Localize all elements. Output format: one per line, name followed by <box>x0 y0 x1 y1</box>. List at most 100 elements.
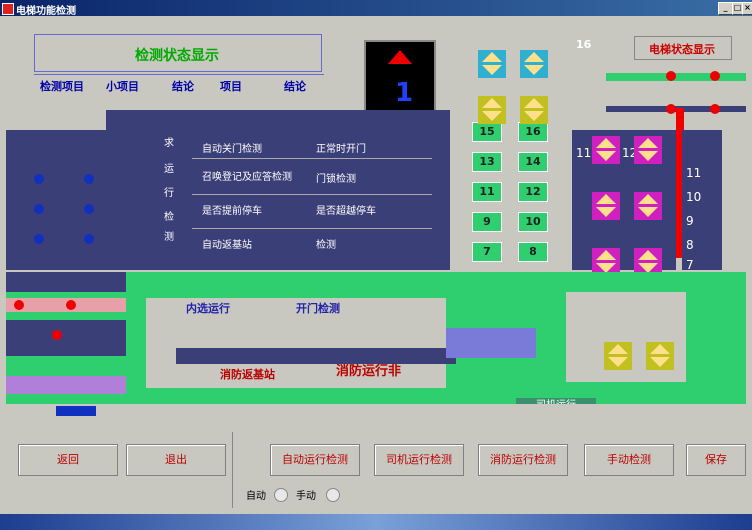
header-subitem: 小项目 <box>106 80 139 93</box>
label-door-check: 开门检测 <box>296 302 340 315</box>
fire-test-button[interactable]: 消防运行检测 <box>478 444 568 476</box>
header-result-2: 结论 <box>284 80 306 93</box>
floor-scale: 11 10 9 8 7 <box>682 130 722 272</box>
status-lamp <box>710 71 720 81</box>
lower-control-area: 内选运行 开门检测 消防返基站 消防运行非 司机运行 <box>6 272 746 418</box>
check-items-panel: 求 运 行 检 测 自动关门检测 召唤登记及应答检测 是否提前停车 自动返基站 … <box>106 110 450 270</box>
down-arrow-icon <box>482 111 502 121</box>
down-arrow-icon <box>608 357 628 367</box>
mode-manual-radio[interactable] <box>326 488 340 502</box>
header-item-2: 项目 <box>220 80 242 93</box>
mode-manual-label: 手动 <box>296 491 316 502</box>
hall-call-top-1[interactable] <box>478 50 506 78</box>
scale-9: 9 <box>686 214 694 228</box>
up-arrow-icon <box>482 98 502 108</box>
status-headers: 检测项目 小项目 结论 项目 结论 <box>34 74 324 93</box>
hall-call-11[interactable] <box>592 136 620 164</box>
hall-call-top-2[interactable] <box>520 50 548 78</box>
hall-call-panel: 11 12 <box>572 130 676 276</box>
close-button[interactable]: × <box>742 2 752 15</box>
scale-8: 8 <box>686 238 694 252</box>
up-arrow-icon <box>638 194 658 204</box>
app-icon <box>2 3 14 15</box>
exit-button[interactable]: 退出 <box>126 444 226 476</box>
taskbar <box>0 514 752 530</box>
check-normal-open: 正常时开门 <box>316 144 366 155</box>
hall-call-12[interactable] <box>634 136 662 164</box>
up-arrow-icon <box>482 52 502 62</box>
title-bar: 电梯功能检测 _ □ × <box>0 0 752 17</box>
status-lamp <box>666 104 676 114</box>
side-char: 求 <box>164 138 174 149</box>
down-arrow-icon <box>638 151 658 161</box>
down-arrow-icon <box>524 65 544 75</box>
up-arrow-icon <box>596 194 616 204</box>
car-button-16[interactable]: 16 <box>518 122 548 142</box>
elevator-status-title: 电梯状态显示 <box>649 43 715 56</box>
hall-call-top-4[interactable] <box>520 96 548 124</box>
current-floor: 1 <box>395 78 414 108</box>
minimize-button[interactable]: _ <box>718 2 733 15</box>
car-button-15[interactable]: 15 <box>472 122 502 142</box>
down-arrow-icon <box>596 151 616 161</box>
car-button-9[interactable]: 9 <box>472 212 502 232</box>
back-button[interactable]: 返回 <box>18 444 118 476</box>
hall-call-3[interactable] <box>604 342 632 370</box>
up-arrow-icon <box>524 52 544 62</box>
header-result: 结论 <box>172 80 194 93</box>
check-detect: 检测 <box>316 240 336 251</box>
label-fire-run: 消防运行非 <box>336 364 402 379</box>
car-button-8[interactable]: 8 <box>518 242 548 262</box>
header-item: 检测项目 <box>40 80 84 93</box>
manual-test-button[interactable]: 手动检测 <box>584 444 674 476</box>
hall-call-4[interactable] <box>646 342 674 370</box>
top-floor-label: 16 <box>576 38 592 51</box>
check-early-stop: 是否提前停车 <box>202 206 262 217</box>
down-arrow-icon <box>638 207 658 217</box>
car-button-14[interactable]: 14 <box>518 152 548 172</box>
car-button-10[interactable]: 10 <box>518 212 548 232</box>
up-arrow-icon <box>608 344 628 354</box>
driver-test-button[interactable]: 司机运行检测 <box>374 444 464 476</box>
up-arrow-icon <box>596 250 616 260</box>
status-lamp <box>666 71 676 81</box>
status-panel-title: 检测状态显示 <box>135 48 219 64</box>
hall-floor-11: 11 <box>576 146 592 160</box>
save-button[interactable]: 保存 <box>686 444 746 476</box>
side-char: 检 <box>164 212 174 223</box>
auto-test-button[interactable]: 自动运行检测 <box>270 444 360 476</box>
up-arrow-icon <box>638 138 658 148</box>
status-lamp <box>710 104 720 114</box>
down-arrow-icon <box>524 111 544 121</box>
check-call-register: 召唤登记及应答检测 <box>202 172 292 183</box>
side-char: 行 <box>164 188 174 199</box>
up-arrow-icon <box>388 50 412 64</box>
hall-call-top-3[interactable] <box>478 96 506 124</box>
up-arrow-icon <box>524 98 544 108</box>
car-button-11[interactable]: 11 <box>472 182 502 202</box>
window-title: 电梯功能检测 <box>16 6 76 17</box>
up-arrow-icon <box>596 138 616 148</box>
car-button-13[interactable]: 13 <box>472 152 502 172</box>
check-door-lock: 门锁检测 <box>316 174 356 185</box>
label-fire-return: 消防返基站 <box>220 368 275 381</box>
down-arrow-icon <box>482 65 502 75</box>
left-status-column <box>6 130 106 270</box>
down-arrow-icon <box>596 207 616 217</box>
side-char: 运 <box>164 164 174 175</box>
floor-indicator: 1 <box>364 40 436 112</box>
scale-10: 10 <box>686 190 702 204</box>
label-car-run: 内选运行 <box>186 302 230 315</box>
bottom-bar: 返回 退出 自动运行检测 司机运行检测 消防运行检测 手动检测 保存 自动 手动 <box>6 428 746 508</box>
hall-call-10[interactable] <box>634 192 662 220</box>
up-arrow-icon <box>638 250 658 260</box>
down-arrow-icon <box>650 357 670 367</box>
check-return-base: 自动返基站 <box>202 240 252 251</box>
check-auto-close: 自动关门检测 <box>202 144 262 155</box>
car-button-12[interactable]: 12 <box>518 182 548 202</box>
mode-auto-label: 自动 <box>246 491 266 502</box>
main-area: 检测状态显示 检测项目 小项目 结论 项目 结论 1 电梯状态显示 16 求 运… <box>6 18 746 418</box>
car-button-7[interactable]: 7 <box>472 242 502 262</box>
mode-auto-radio[interactable] <box>274 488 288 502</box>
hall-call-9[interactable] <box>592 192 620 220</box>
